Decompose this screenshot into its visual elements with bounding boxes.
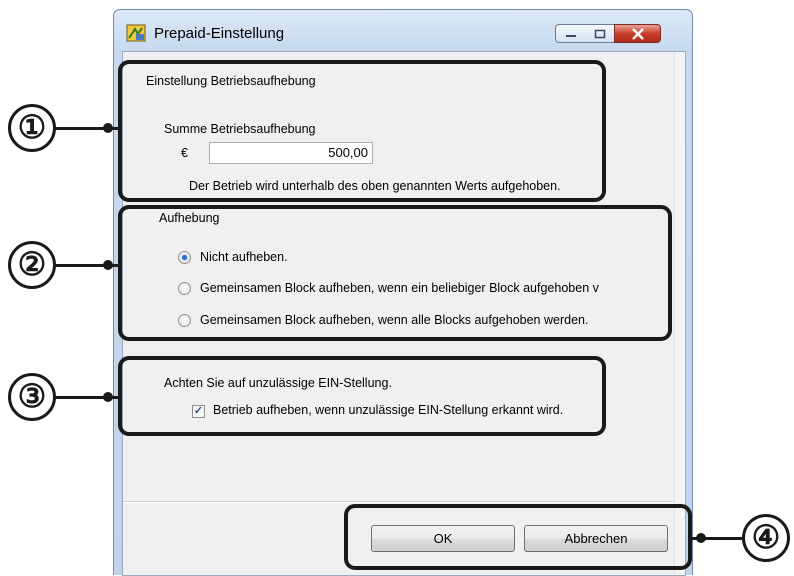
callout-dot-2	[103, 260, 113, 270]
callout-number-3: ③	[8, 373, 56, 421]
window-title: Prepaid-Einstellung	[154, 25, 285, 42]
title-bar[interactable]: Prepaid-Einstellung	[114, 10, 692, 48]
callout-number-1: ①	[8, 104, 56, 152]
callout-number-2: ②	[8, 241, 56, 289]
close-button[interactable]	[614, 24, 661, 43]
close-icon	[631, 27, 644, 40]
callout-dot-1	[103, 123, 113, 133]
minimize-icon	[565, 34, 576, 37]
vertical-scrollbar[interactable]	[674, 52, 685, 575]
callout-box-2	[118, 205, 672, 341]
button-separator	[123, 501, 677, 503]
callout-number-4: ④	[742, 514, 790, 562]
minimize-button[interactable]	[555, 24, 586, 43]
callout-dot-4	[696, 533, 706, 543]
callout-box-3	[118, 356, 606, 436]
maximize-icon	[594, 29, 605, 38]
callout-box-1	[118, 60, 606, 202]
callout-box-4	[344, 504, 692, 570]
maximize-button[interactable]	[585, 24, 615, 43]
settings-app-icon	[126, 24, 146, 42]
callout-dot-3	[103, 392, 113, 402]
